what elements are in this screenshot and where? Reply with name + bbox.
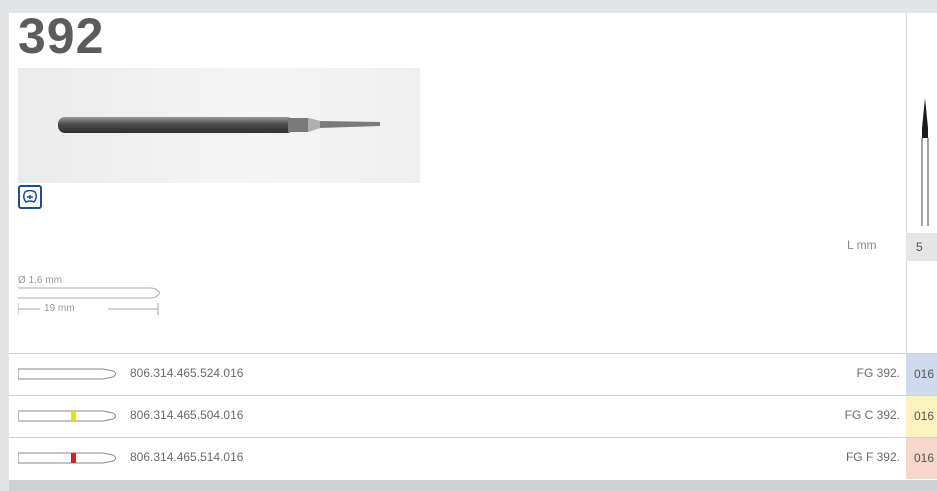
bur-diagram bbox=[18, 410, 116, 422]
table-row[interactable]: 806.314.465.514.016 FG F 392. 016 bbox=[9, 437, 937, 479]
length-dimension-label: 19 mm bbox=[44, 303, 75, 314]
column-divider bbox=[906, 13, 907, 353]
product-code: FG 392. bbox=[856, 366, 900, 380]
size-swatch: 016 bbox=[906, 438, 937, 479]
product-panel: 392 L mm 5 Ø 1,6 mm 19 mm 806.314.465.52… bbox=[9, 8, 937, 480]
size-swatch: 016 bbox=[906, 354, 937, 395]
order-number: 806.314.465.504.016 bbox=[130, 408, 244, 422]
product-code: FG F 392. bbox=[845, 450, 900, 464]
length-value: 5 bbox=[906, 233, 937, 261]
bur-image bbox=[58, 117, 380, 133]
bur-diagram bbox=[18, 368, 116, 380]
dimension-drawing bbox=[18, 287, 160, 315]
diameter-label: Ø 1,6 mm bbox=[18, 275, 62, 286]
product-title: 392 bbox=[18, 8, 105, 64]
table-row[interactable]: 806.314.465.524.016 FG 392. 016 bbox=[9, 353, 937, 395]
product-photo bbox=[18, 68, 420, 183]
order-number: 806.314.465.514.016 bbox=[130, 450, 244, 464]
size-swatch: 016 bbox=[906, 396, 937, 437]
length-label: L mm bbox=[847, 238, 877, 252]
bur-profile-diagram bbox=[921, 98, 929, 226]
product-code: FG C 392. bbox=[844, 408, 900, 422]
order-number: 806.314.465.524.016 bbox=[130, 366, 244, 380]
table-row[interactable]: 806.314.465.504.016 FG C 392. 016 bbox=[9, 395, 937, 437]
footer-bar bbox=[9, 480, 937, 491]
bur-diagram bbox=[18, 452, 116, 464]
tooth-icon bbox=[18, 185, 42, 209]
